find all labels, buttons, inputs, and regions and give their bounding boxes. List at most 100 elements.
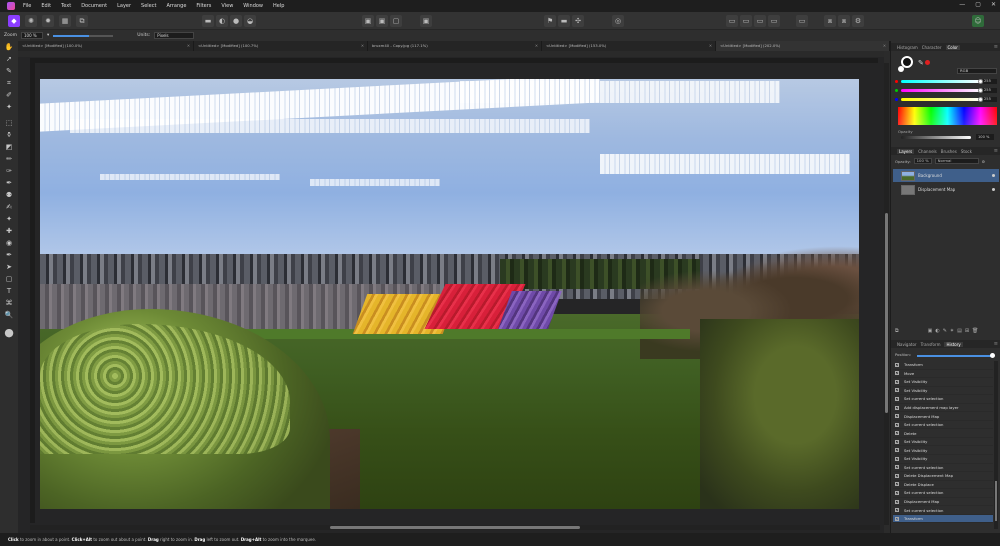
tab-character[interactable]: Character xyxy=(922,45,942,50)
tab-stock[interactable]: Stock xyxy=(961,149,972,154)
none-color-icon[interactable] xyxy=(925,60,930,65)
menu-arrange[interactable]: Arrange xyxy=(166,3,186,9)
history-item[interactable]: ✓ Displacement Map xyxy=(893,412,993,421)
layer-opacity-input[interactable]: 100 % xyxy=(913,158,932,164)
tab-color[interactable]: Color xyxy=(945,44,960,50)
quick-mask-icon[interactable]: ▣ xyxy=(420,15,432,27)
history-item[interactable]: ✓ Set Visibility xyxy=(893,455,993,464)
menu-layer[interactable]: Layer xyxy=(117,3,131,9)
fx-icon[interactable]: ✶ xyxy=(950,328,954,336)
history-item[interactable]: ✓ Set Visibility xyxy=(893,387,993,396)
panel-menu-icon[interactable]: ≡ xyxy=(994,341,998,347)
align-icon[interactable]: ▭ xyxy=(726,15,738,27)
history-item-current[interactable]: ✓ Transform xyxy=(893,514,993,524)
stroke-color-swatch[interactable] xyxy=(898,66,904,72)
red-slider[interactable] xyxy=(901,79,983,84)
menu-help[interactable]: Help xyxy=(273,3,284,9)
panel-menu-icon[interactable]: ≡ xyxy=(994,44,998,50)
history-item[interactable]: ✓ Delete xyxy=(893,429,993,438)
history-item[interactable]: ✓ Set current selection xyxy=(893,506,993,515)
zoom-slider[interactable] xyxy=(53,34,114,37)
green-value[interactable]: 255 xyxy=(983,88,997,93)
doc-tab-3[interactable]: bruxm40 - Copy.jpg (117.1%) ✕ xyxy=(368,41,542,51)
smudge-brush-icon[interactable]: ✍ xyxy=(4,203,14,212)
blue-value[interactable]: 255 xyxy=(983,97,997,102)
rotate-icon[interactable]: ▭ xyxy=(796,15,808,27)
selection-mode-icon[interactable]: ▣ xyxy=(362,15,374,27)
history-item[interactable]: ✓ Set current selection xyxy=(893,464,993,473)
color-model-select[interactable]: RGB xyxy=(957,68,997,74)
document-image[interactable] xyxy=(40,79,859,509)
flood-select-icon[interactable]: ✦ xyxy=(4,103,14,112)
history-scrollbar[interactable] xyxy=(994,361,998,529)
force-pixel-icon[interactable]: ✣ xyxy=(572,15,584,27)
add-layer-icon[interactable]: ⊞ xyxy=(965,328,969,336)
menu-view[interactable]: View xyxy=(221,3,233,9)
selection-brush-icon[interactable]: ✐ xyxy=(4,91,14,100)
tone-mapping-persona-button[interactable]: ▦ xyxy=(59,15,71,27)
history-item[interactable]: ✓ Delete Displace xyxy=(893,481,993,490)
group-icon[interactable]: ▤ xyxy=(957,328,962,336)
close-tab-icon[interactable]: ✕ xyxy=(361,41,364,51)
history-item[interactable]: ✓ Add displacement map layer xyxy=(893,404,993,413)
layer-background[interactable]: Background xyxy=(893,169,999,182)
history-item[interactable]: ✓ Set Visibility xyxy=(893,446,993,456)
text-tool-icon[interactable]: T xyxy=(4,287,14,296)
history-item[interactable]: ✓ Set Visibility xyxy=(893,438,993,447)
selection-subtract-icon[interactable]: ▢ xyxy=(390,15,402,27)
layer-settings-icon[interactable]: ⧉ xyxy=(895,328,899,336)
close-tab-icon[interactable]: ✕ xyxy=(883,41,886,51)
mask-layer-icon[interactable]: ▣ xyxy=(928,328,933,336)
marquee-tool-icon[interactable]: ⬚ xyxy=(4,119,14,128)
paint-brush-icon[interactable]: ✏ xyxy=(4,155,14,164)
settings-icon[interactable]: ⚙ xyxy=(852,15,864,27)
assistant-icon[interactable]: ⚑ xyxy=(544,15,556,27)
levels-icon[interactable]: ▬ xyxy=(202,15,214,27)
clone-brush-icon[interactable]: ⚉ xyxy=(4,191,14,200)
doc-tab-4[interactable]: <Untitled> [Modified] (153.0%) ✕ xyxy=(542,41,716,51)
blur-brush-icon[interactable]: ✦ xyxy=(4,215,14,224)
white-balance-icon[interactable]: ◒ xyxy=(244,15,256,27)
distribute-icon[interactable]: ▭ xyxy=(754,15,766,27)
history-item[interactable]: ✓ Set current selection xyxy=(893,395,993,404)
menu-document[interactable]: Document xyxy=(81,3,107,9)
node-tool-icon[interactable]: ➤ xyxy=(4,263,14,272)
tab-history[interactable]: History xyxy=(944,341,963,347)
view-tool-icon[interactable]: ✋ xyxy=(4,43,14,52)
menu-text[interactable]: Text xyxy=(61,3,71,9)
layer-displacement-map[interactable]: Displacement Map xyxy=(893,183,999,196)
export-persona-button[interactable]: ⧉ xyxy=(76,15,88,27)
red-value[interactable]: 255 xyxy=(983,79,997,84)
lock-icon[interactable]: ⚙ xyxy=(982,159,985,164)
shape-tool-icon[interactable]: ▢ xyxy=(4,275,14,284)
auto-color-icon[interactable]: ● xyxy=(230,15,242,27)
healing-brush-icon[interactable]: ✚ xyxy=(4,227,14,236)
close-tab-icon[interactable]: ✕ xyxy=(187,41,190,51)
menu-window[interactable]: Window xyxy=(243,3,263,9)
crop-tool-icon[interactable]: ⌗ xyxy=(4,79,14,88)
share-2-icon[interactable]: ⧈ xyxy=(838,15,850,27)
auto-contrast-icon[interactable]: ◐ xyxy=(216,15,228,27)
history-item[interactable]: ✓ Set Visibility xyxy=(893,378,993,387)
menu-filters[interactable]: Filters xyxy=(196,3,211,9)
history-item[interactable]: ✓ Set current selection xyxy=(893,421,993,430)
doc-tab-2[interactable]: <Untitled> [Modified] (100.7%) ✕ xyxy=(194,41,368,51)
adjustment-icon[interactable]: ◐ xyxy=(935,328,939,336)
history-item[interactable]: ✓ Move xyxy=(893,370,993,379)
flip-icon[interactable]: ▭ xyxy=(768,15,780,27)
units-select[interactable]: Pixels xyxy=(154,32,195,39)
color-spectrum[interactable] xyxy=(898,107,997,125)
develop-persona-button[interactable]: ✹ xyxy=(42,15,54,27)
vertical-scrollbar[interactable] xyxy=(884,63,889,525)
doc-tab-1[interactable]: <Untitled> [Modified] (100.0%) ✕ xyxy=(18,41,194,51)
history-item[interactable]: ✓ Set current selection xyxy=(893,489,993,498)
zoom-dropdown-icon[interactable]: ▾ xyxy=(47,33,49,38)
photo-persona-button[interactable]: ◆ xyxy=(8,15,20,27)
zoom-tool-icon[interactable]: 🔍 xyxy=(4,311,14,320)
dodge-brush-icon[interactable]: ✒ xyxy=(4,179,14,188)
tab-layers[interactable]: Layers xyxy=(897,148,915,154)
visibility-icon[interactable] xyxy=(992,174,995,177)
delete-layer-icon[interactable]: 🗑 xyxy=(972,328,978,336)
color-opacity-slider[interactable] xyxy=(901,136,971,139)
color-picker-tool-icon[interactable]: ✎ xyxy=(4,67,14,76)
